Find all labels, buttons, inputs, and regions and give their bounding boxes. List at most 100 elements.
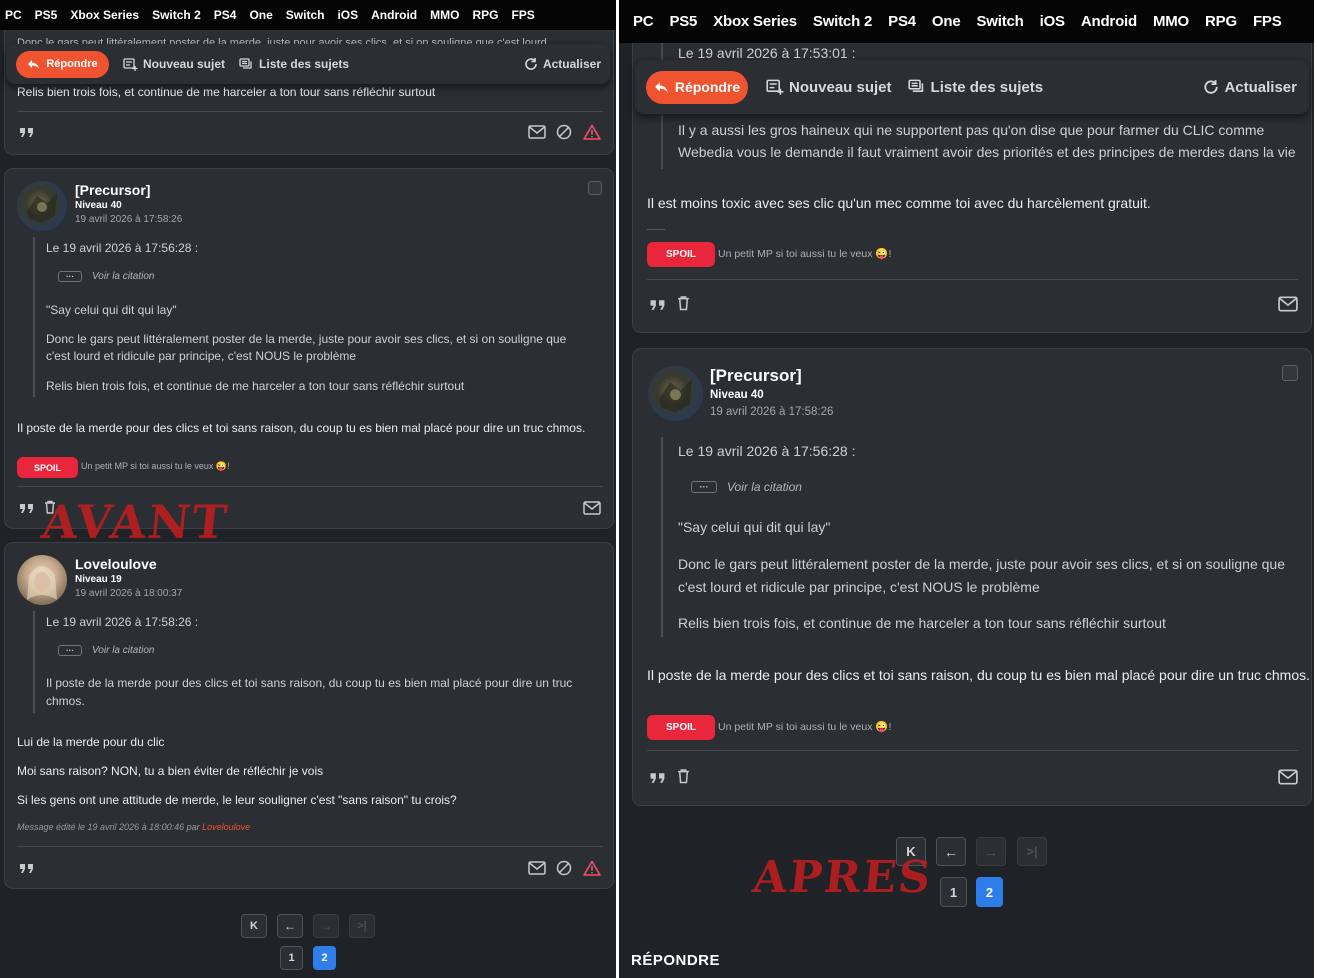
reply-button[interactable]: Répondre <box>646 70 748 104</box>
ellipsis-icon: ··· <box>691 481 717 493</box>
nav-item-mmo[interactable]: MMO <box>1153 13 1189 30</box>
quote-line: "Say celui qui dit qui lay" <box>46 303 177 317</box>
view-quote-toggle[interactable]: ··· Voir la citation <box>58 645 154 656</box>
quote-icon[interactable] <box>19 501 35 520</box>
avatar[interactable] <box>17 181 67 231</box>
mail-icon[interactable] <box>1278 769 1298 790</box>
next-page-button: → <box>976 837 1006 866</box>
quote-block: Le 19 avril 2026 à 17:56:28 : ··· Voir l… <box>33 237 593 397</box>
last-page-button: >| <box>349 914 375 938</box>
trash-icon[interactable] <box>677 768 690 789</box>
trash-icon[interactable] <box>677 295 690 316</box>
nav-item-pc[interactable]: PC <box>5 8 22 22</box>
nav-item-one[interactable]: One <box>249 8 272 22</box>
top-nav: PC PS5 Xbox Series Switch 2 PS4 One Swit… <box>0 0 616 30</box>
nav-item-switch-2[interactable]: Switch 2 <box>152 8 201 22</box>
block-icon[interactable] <box>556 124 572 145</box>
topic-list-button[interactable]: Liste des sujets <box>239 57 349 71</box>
new-topic-button[interactable]: Nouveau sujet <box>766 79 892 96</box>
page-1-button[interactable]: 1 <box>280 946 303 970</box>
quote-header: Le 19 avril 2026 à 17:58:26 : <box>46 615 199 629</box>
alert-icon[interactable] <box>583 124 601 145</box>
mail-icon[interactable] <box>583 501 601 520</box>
nav-item-ps5[interactable]: PS5 <box>669 13 697 30</box>
author-name[interactable]: Loveloulove <box>75 556 157 572</box>
signature: Un petit MP si toi aussi tu le veux 😜! <box>81 461 230 471</box>
quote-icon[interactable] <box>649 770 667 790</box>
nav-item-android[interactable]: Android <box>1081 13 1137 30</box>
nav-item-ios[interactable]: iOS <box>1040 13 1065 30</box>
nav-item-rpg[interactable]: RPG <box>472 8 498 22</box>
prev-page-button[interactable]: ← <box>936 837 966 866</box>
new-topic-icon <box>123 57 138 71</box>
view-quote-toggle[interactable]: ··· Voir la citation <box>58 271 154 282</box>
nav-item-switch-2[interactable]: Switch 2 <box>813 13 872 30</box>
topic-list-icon <box>907 79 926 95</box>
nav-item-fps[interactable]: FPS <box>511 8 534 22</box>
refresh-button[interactable]: Actualiser <box>524 57 601 71</box>
alert-icon[interactable] <box>583 860 601 881</box>
new-topic-icon <box>766 79 784 95</box>
prev-page-button[interactable]: ← <box>277 914 303 938</box>
nav-item-xbox-series[interactable]: Xbox Series <box>713 13 797 30</box>
page-1-button[interactable]: 1 <box>940 877 967 907</box>
avatar[interactable] <box>648 366 703 421</box>
quote-line: Il y a aussi les gros haineux qui ne sup… <box>678 122 1265 138</box>
edit-author-link[interactable]: Loveloulove <box>202 822 250 832</box>
post-body: Il poste de la merde pour des clics et t… <box>647 667 1311 683</box>
signature: Un petit MP si toi aussi tu le veux 😜! <box>718 721 892 733</box>
quote-header: Le 19 avril 2026 à 17:53:01 : <box>678 45 856 61</box>
page-2-button[interactable]: 2 <box>313 946 336 970</box>
quote-line: Webedia vous le demande il faut vraiment… <box>678 144 1296 160</box>
reply-button[interactable]: Répondre <box>16 50 109 78</box>
nav-item-switch[interactable]: Switch <box>286 8 325 22</box>
spoil-button[interactable]: SPOIL <box>17 457 78 478</box>
mail-icon[interactable] <box>528 125 546 144</box>
after-panel: Le 19 avril 2026 à 17:53:01 : Il y a aus… <box>619 0 1314 978</box>
new-topic-button[interactable]: Nouveau sujet <box>123 57 225 71</box>
avatar[interactable] <box>17 555 67 605</box>
nav-item-fps[interactable]: FPS <box>1253 13 1282 30</box>
post-text: Relis bien trois fois, et continue de me… <box>17 85 436 99</box>
post-date[interactable]: 19 avril 2026 à 17:58:26 <box>710 406 833 418</box>
quote-icon[interactable] <box>649 297 667 317</box>
nav-item-one[interactable]: One <box>932 13 961 30</box>
nav-item-switch[interactable]: Switch <box>976 13 1023 30</box>
nav-item-mmo[interactable]: MMO <box>430 8 459 22</box>
quote-line: "Say celui qui dit qui lay" <box>678 519 831 535</box>
quote-icon[interactable] <box>19 125 35 144</box>
post-date[interactable]: 19 avril 2026 à 17:58:26 <box>75 214 182 225</box>
select-checkbox[interactable] <box>588 181 602 195</box>
nav-item-ios[interactable]: iOS <box>337 8 358 22</box>
mail-icon[interactable] <box>1278 296 1298 317</box>
divider <box>17 111 603 112</box>
author-name[interactable]: [Precursor] <box>75 182 150 198</box>
view-quote-label: Voir la citation <box>92 271 155 282</box>
post-body: Il poste de la merde pour des clics et t… <box>17 421 586 435</box>
refresh-label: Actualiser <box>542 57 601 71</box>
page-2-button[interactable]: 2 <box>976 877 1003 907</box>
author-level: Niveau 19 <box>75 574 122 585</box>
nav-item-ps5[interactable]: PS5 <box>35 8 58 22</box>
select-checkbox[interactable] <box>1282 365 1298 381</box>
first-page-button[interactable]: K <box>241 914 267 938</box>
block-icon[interactable] <box>556 860 572 881</box>
nav-item-pc[interactable]: PC <box>633 13 654 30</box>
nav-item-rpg[interactable]: RPG <box>1205 13 1237 30</box>
nav-item-android[interactable]: Android <box>371 8 417 22</box>
topic-list-button[interactable]: Liste des sujets <box>907 79 1043 96</box>
spoil-button[interactable]: SPOIL <box>647 242 715 267</box>
post-date[interactable]: 19 avril 2026 à 18:00:37 <box>75 588 182 599</box>
nav-item-ps4[interactable]: PS4 <box>888 13 916 30</box>
refresh-button[interactable]: Actualiser <box>1203 79 1297 96</box>
spoil-button[interactable]: SPOIL <box>647 715 715 740</box>
quote-icon[interactable] <box>19 861 35 880</box>
nav-item-xbox-series[interactable]: Xbox Series <box>70 8 139 22</box>
mail-icon[interactable] <box>528 861 546 880</box>
ellipsis-icon: ··· <box>58 271 82 282</box>
refresh-icon <box>1203 79 1219 95</box>
last-page-button: >| <box>1017 837 1047 866</box>
view-quote-toggle[interactable]: ··· Voir la citation <box>691 480 802 494</box>
author-name[interactable]: [Precursor] <box>710 366 802 386</box>
nav-item-ps4[interactable]: PS4 <box>214 8 237 22</box>
